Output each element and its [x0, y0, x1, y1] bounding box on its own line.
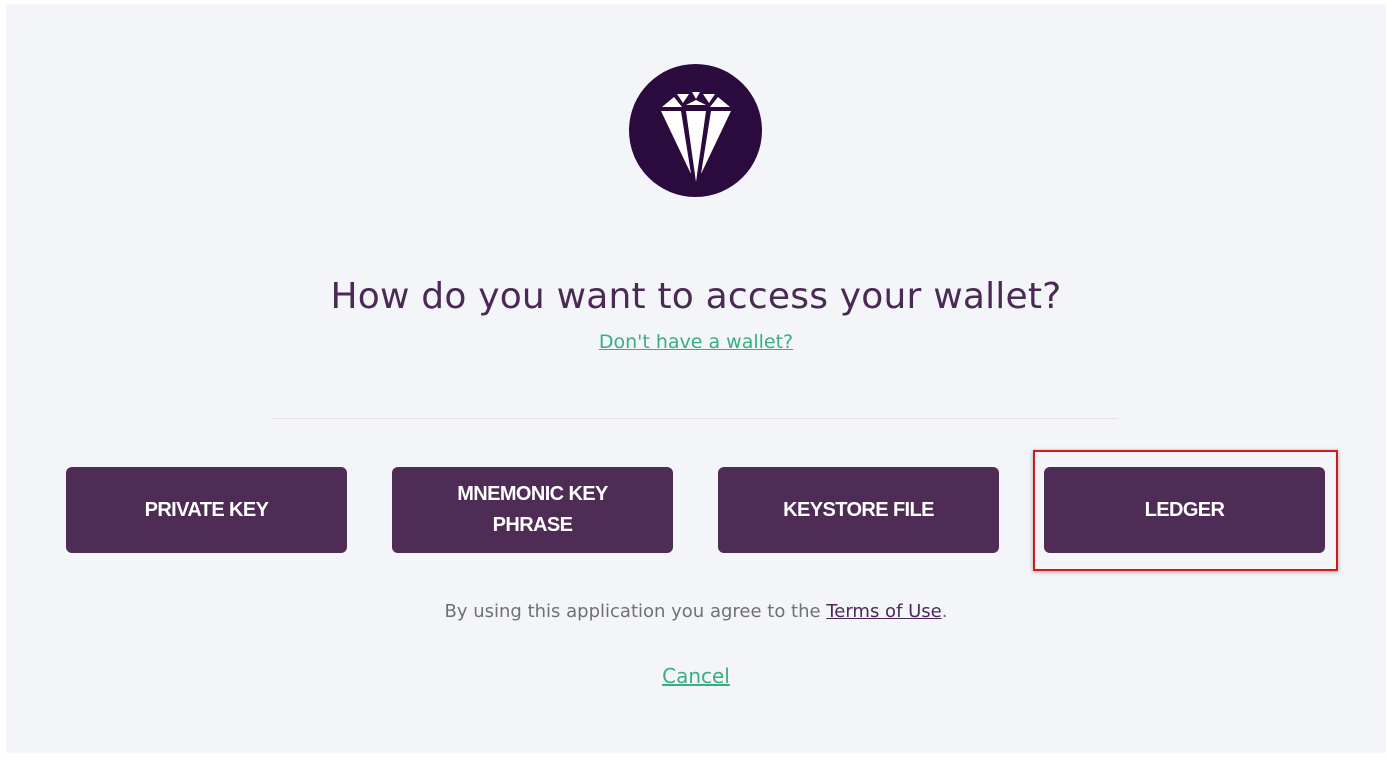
wallet-access-panel: How do you want to access your wallet? D…: [6, 4, 1386, 753]
page-title: How do you want to access your wallet?: [330, 276, 1062, 317]
terms-of-use-link[interactable]: Terms of Use: [826, 601, 941, 622]
terms-suffix: .: [941, 601, 948, 622]
cancel-link-row: Cancel: [6, 663, 1386, 689]
divider: [272, 418, 1118, 419]
terms-notice: By using this application you agree to t…: [6, 599, 1386, 625]
keystore-file-button[interactable]: KEYSTORE FILE: [718, 467, 999, 553]
dont-have-wallet-link[interactable]: Don't have a wallet?: [599, 331, 793, 353]
ledger-highlight-box: [1033, 450, 1338, 571]
private-key-button[interactable]: PRIVATE KEY: [66, 467, 347, 553]
logo: [629, 64, 762, 197]
terms-prefix: By using this application you agree to t…: [444, 601, 827, 622]
cancel-link[interactable]: Cancel: [662, 664, 730, 688]
diamond-icon: [661, 92, 731, 182]
mnemonic-key-phrase-button[interactable]: MNEMONIC KEY PHRASE: [392, 467, 673, 553]
no-wallet-link-row: Don't have a wallet?: [6, 329, 1386, 355]
